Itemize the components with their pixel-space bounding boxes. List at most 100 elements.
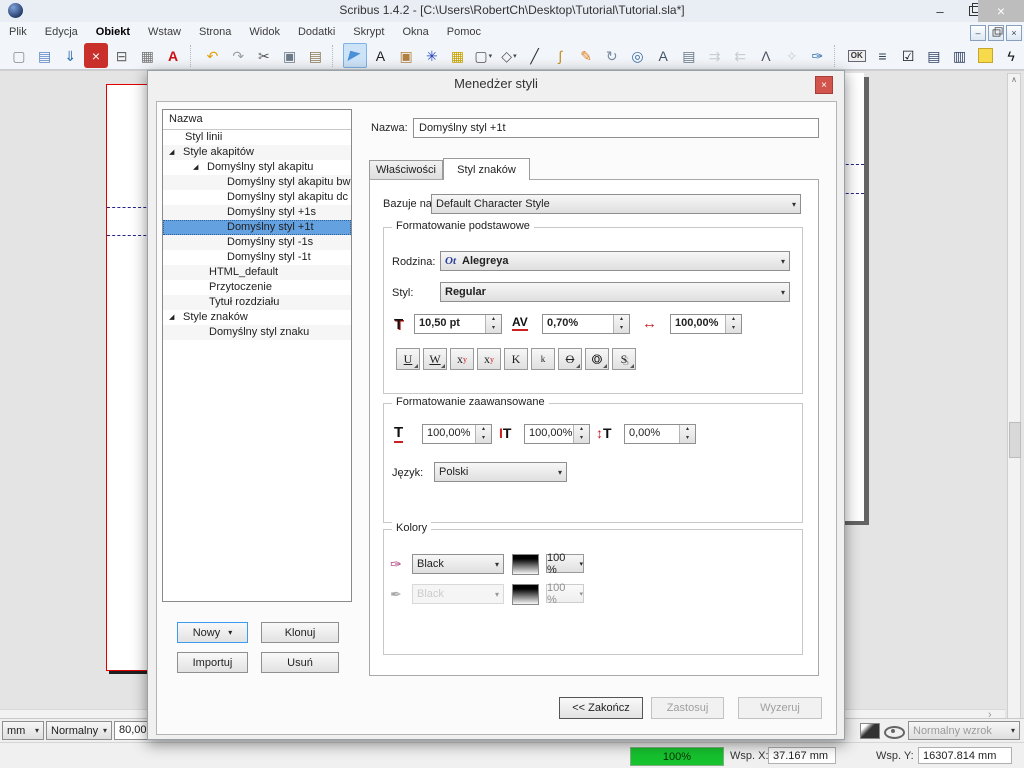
small-caps-button[interactable]: k [531,348,555,370]
insert-image-frame-button[interactable]: ▣ [394,43,418,68]
insert-shape-button[interactable]: ▢▾ [471,43,495,68]
style-item[interactable]: ◢Style akapitów [163,145,351,160]
menu-edycja[interactable]: Edycja [36,26,87,38]
clone-style-button[interactable]: Klonuj [261,622,339,643]
style-item[interactable]: HTML_default [163,265,351,280]
preview-quality-select[interactable]: Normalny ▾ [46,721,112,740]
mdi-restore-button[interactable] [988,25,1004,41]
scrollbar-thumb[interactable] [1009,422,1021,458]
horizontal-scaling-field[interactable]: 100,00% ▴▾ [422,424,492,444]
vertical-scrollbar[interactable]: ∧ ∨ [1007,73,1021,768]
style-item[interactable]: ◢Domyślny styl akapitu [163,160,351,175]
insert-text-frame-button[interactable]: A [369,43,393,68]
spin-down-icon[interactable]: ▾ [476,434,491,443]
style-item[interactable]: Domyślny styl +1s [163,205,351,220]
spin-down-icon[interactable]: ▾ [726,324,741,333]
style-name-input[interactable]: Domyślny styl +1t [413,118,819,138]
copy-button[interactable]: ▣ [278,43,302,68]
paste-button[interactable]: ▤ [303,43,327,68]
strikethrough-button[interactable]: O [558,348,582,370]
based-on-select[interactable]: Default Character Style ▾ [431,194,801,214]
scroll-up-icon[interactable]: ∧ [1008,74,1020,86]
fill-shade-button[interactable]: 100 % ▾ [546,554,584,573]
cut-button[interactable]: ✂ [252,43,276,68]
spin-down-icon[interactable]: ▾ [614,324,629,333]
minimize-button[interactable]: – [926,0,954,22]
undo-button[interactable]: ↶ [201,43,225,68]
menu-strona[interactable]: Strona [190,26,240,38]
pdf-checkbox-button[interactable]: ☑ [896,43,920,68]
menu-pomoc[interactable]: Pomoc [438,26,490,38]
spin-up-icon[interactable]: ▴ [680,425,695,434]
expander-icon[interactable]: ◢ [169,310,183,325]
close-button[interactable]: × [978,0,1024,22]
import-style-button[interactable]: Importuj [177,652,248,673]
font-style-select[interactable]: Regular ▾ [440,282,790,302]
menu-plik[interactable]: Plik [0,26,36,38]
pdf-text-field-button[interactable]: ≡ [871,43,895,68]
rotate-item-button[interactable]: ↻ [600,43,624,68]
menu-dodatki[interactable]: Dodatki [289,26,344,38]
pdf-text-annotation-button[interactable] [973,43,997,68]
eye-dropper-button[interactable]: ✑ [806,43,830,68]
edit-contents-button[interactable]: A [651,43,675,68]
story-editor-button[interactable]: ▤ [677,43,701,68]
style-item-selected[interactable]: Domyślny styl +1t [163,220,351,235]
open-document-button[interactable]: ▤ [33,43,57,68]
underline-words-button[interactable]: W [423,348,447,370]
style-item[interactable]: Domyślny styl -1s [163,235,351,250]
select-item-button[interactable]: ◤ [343,43,367,68]
shadow-button[interactable]: S [612,348,636,370]
outline-button[interactable]: O [585,348,609,370]
save-as-pdf-button[interactable]: A [161,43,185,68]
zoom-button[interactable]: ◎ [626,43,650,68]
new-document-button[interactable]: ▢ [7,43,31,68]
save-document-button[interactable]: ⇓ [58,43,82,68]
unit-select[interactable]: mm ▾ [2,721,44,740]
style-item[interactable]: Domyślny styl znaku [163,325,351,340]
style-item[interactable]: Styl linii [163,130,351,145]
expander-icon[interactable]: ◢ [169,145,183,160]
spin-up-icon[interactable]: ▴ [574,425,589,434]
spin-up-icon[interactable]: ▴ [486,315,501,324]
dialog-close-button[interactable]: × [815,76,833,94]
menu-okna[interactable]: Okna [393,26,437,38]
language-select[interactable]: Polski ▾ [434,462,567,482]
style-list[interactable]: Nazwa Styl linii ◢Style akapitów ◢Domyśl… [162,109,352,602]
vertical-scaling-field[interactable]: 100,00% ▴▾ [524,424,590,444]
visual-appearance-eye-icon[interactable] [884,726,905,739]
spin-up-icon[interactable]: ▴ [476,425,491,434]
pdf-link-annotation-button[interactable]: ϟ [999,43,1023,68]
redo-button[interactable]: ↷ [226,43,250,68]
fill-color-select[interactable]: Black ▾ [412,554,504,574]
all-caps-button[interactable]: K [504,348,528,370]
insert-freehand-line-button[interactable]: ✎ [574,43,598,68]
spin-up-icon[interactable]: ▴ [726,315,741,324]
kerning-field[interactable]: 0,70% ▴▾ [542,314,630,334]
style-item[interactable]: Przytoczenie [163,280,351,295]
mdi-minimize-button[interactable]: – [970,25,986,41]
pdf-list-box-button[interactable]: ▥ [948,43,972,68]
insert-table-button[interactable]: ▦ [446,43,470,68]
new-style-button[interactable]: Nowy ▾ [177,622,248,643]
mdi-close-button[interactable]: × [1006,25,1022,41]
spin-down-icon[interactable]: ▾ [574,434,589,443]
menu-obiekt[interactable]: Obiekt [87,26,139,38]
menu-wstaw[interactable]: Wstaw [139,26,190,38]
insert-render-frame-button[interactable]: ✳ [420,43,444,68]
font-size-field[interactable]: 10,50 pt ▴▾ [414,314,502,334]
superscript-button[interactable]: xy [477,348,501,370]
spin-up-icon[interactable]: ▴ [614,315,629,324]
spin-down-icon[interactable]: ▾ [486,324,501,333]
style-item[interactable]: ◢Style znaków [163,310,351,325]
style-item[interactable]: Domyślny styl -1t [163,250,351,265]
tab-properties[interactable]: Właściwości [369,160,443,180]
baseline-offset-field[interactable]: 0,00% ▴▾ [624,424,696,444]
tab-character-style[interactable]: Styl znaków [443,158,530,180]
done-button[interactable]: << Zakończ [559,697,643,719]
expander-icon[interactable]: ◢ [193,160,207,175]
menu-skrypt[interactable]: Skrypt [344,26,393,38]
font-family-select[interactable]: Ot Alegreya ▾ [440,251,790,271]
pdf-combo-box-button[interactable]: ▤ [922,43,946,68]
print-button[interactable]: ⊟ [110,43,134,68]
